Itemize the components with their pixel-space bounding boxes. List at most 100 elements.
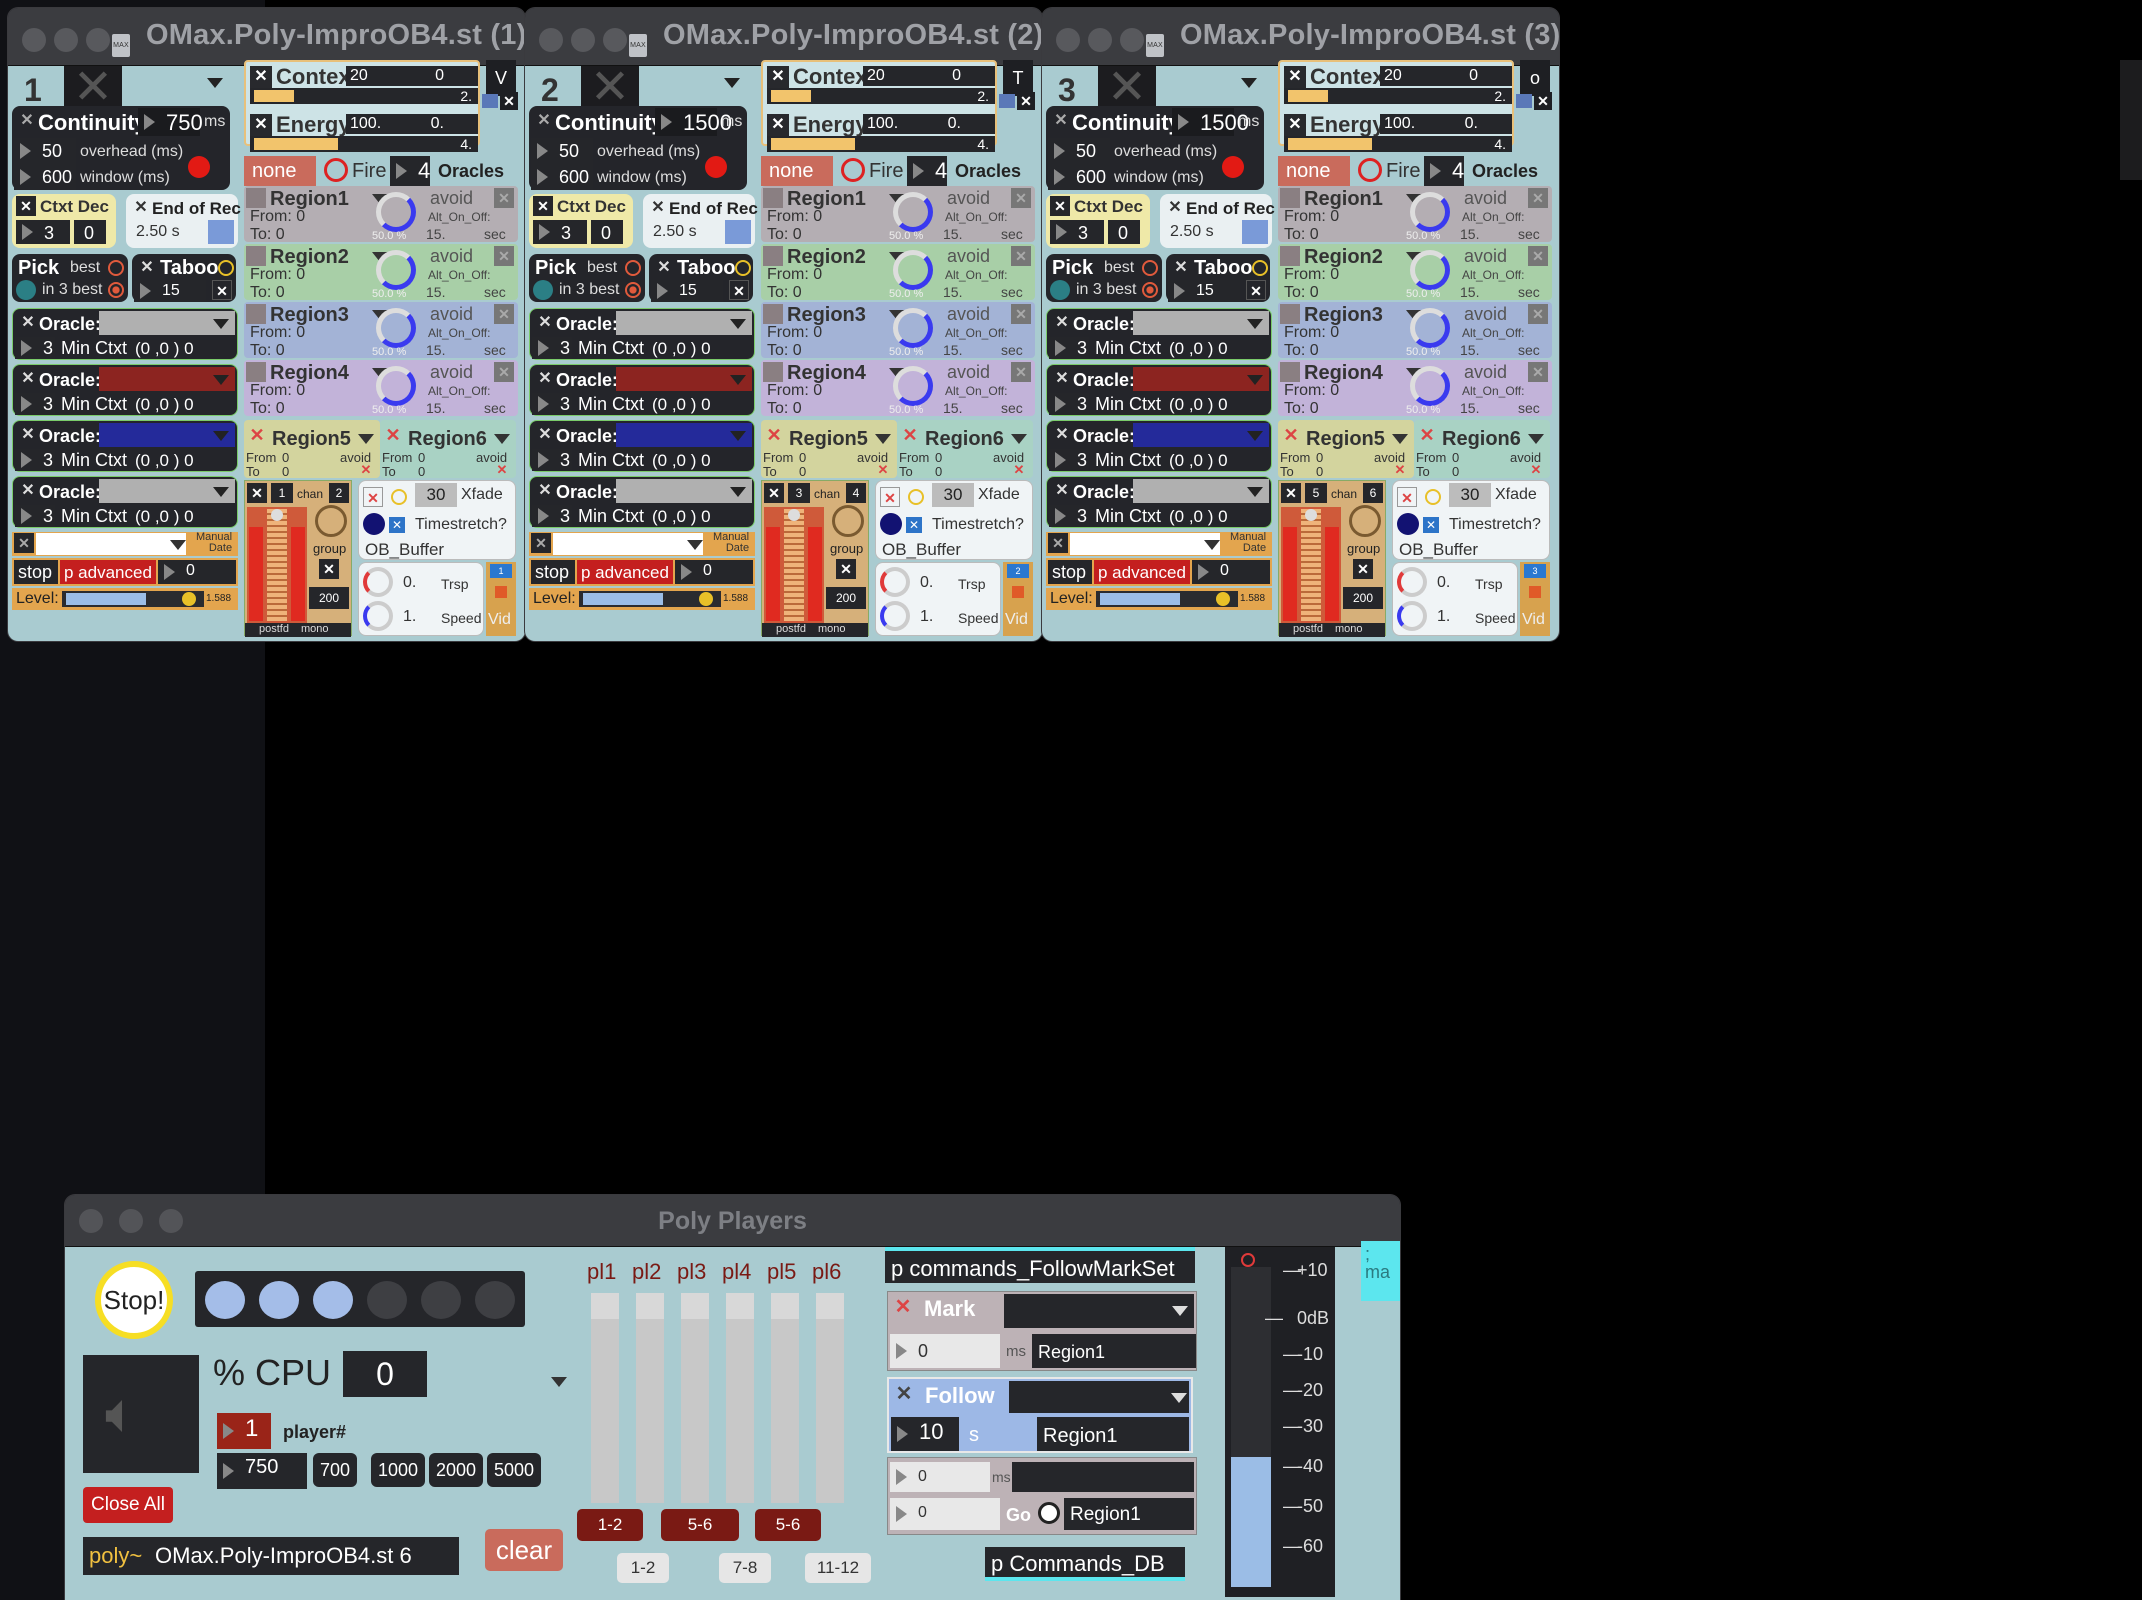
region-toggle[interactable] xyxy=(763,246,783,266)
energy-toggle[interactable]: ✕ xyxy=(1284,114,1306,136)
channel-toggle[interactable]: ✕ xyxy=(247,483,267,503)
preset-1000[interactable]: 1000 xyxy=(371,1453,425,1487)
pl-slider-4[interactable] xyxy=(726,1293,754,1503)
close-traffic-light[interactable] xyxy=(1056,28,1080,52)
oracle-toggle[interactable]: ✕ xyxy=(1051,480,1073,502)
minimize-traffic-light[interactable] xyxy=(571,28,595,52)
advanced-subpatch[interactable]: p advanced xyxy=(1094,560,1190,584)
channel-a[interactable]: 5 xyxy=(1305,483,1327,503)
ctxt-dec-toggle[interactable]: ✕ xyxy=(16,196,36,216)
oracle-dropdown[interactable] xyxy=(616,311,752,335)
advanced-number[interactable]: 0 xyxy=(1192,560,1270,584)
taboo-toggle[interactable]: ✕ xyxy=(1170,257,1192,279)
pair-top-2[interactable]: 5-6 xyxy=(661,1509,739,1541)
window-number[interactable]: 600 xyxy=(531,164,593,190)
region-avoid-toggle[interactable]: ✕ xyxy=(1392,462,1408,478)
oracle-number[interactable]: 3 xyxy=(15,337,55,359)
continuity-toggle[interactable]: ✕ xyxy=(1050,110,1072,132)
oracle-toggle[interactable]: ✕ xyxy=(17,312,39,334)
oracle-toggle[interactable]: ✕ xyxy=(534,368,556,390)
mute-toggle[interactable]: ✕ xyxy=(1098,64,1156,112)
oracle-toggle[interactable]: ✕ xyxy=(17,424,39,446)
region-avoid-toggle[interactable]: ✕ xyxy=(494,188,514,208)
record-indicator[interactable] xyxy=(1222,156,1244,178)
stop-all-button[interactable]: Stop! xyxy=(95,1261,173,1339)
follow-region[interactable]: Region1 xyxy=(1037,1417,1189,1451)
mark-toggle[interactable]: ✕ xyxy=(892,1296,914,1318)
group-knob[interactable] xyxy=(1349,505,1381,537)
pair-bottom-2[interactable]: 7-8 xyxy=(719,1553,771,1583)
end-of-rec-toggle[interactable]: ✕ xyxy=(130,197,152,219)
ctxt-dec-toggle[interactable]: ✕ xyxy=(1050,196,1070,216)
corner-close[interactable]: ✕ xyxy=(500,92,518,110)
taboo-clear[interactable]: ✕ xyxy=(1246,280,1266,300)
energy-toggle[interactable]: ✕ xyxy=(767,114,789,136)
level-knob[interactable] xyxy=(182,592,196,606)
region-toggle[interactable] xyxy=(763,304,783,324)
advanced-subpatch[interactable]: p advanced xyxy=(60,560,156,584)
pick-best-radio[interactable] xyxy=(625,260,641,276)
ctxt-dec-toggle[interactable]: ✕ xyxy=(533,196,553,216)
vid-number[interactable]: 2 xyxy=(1007,564,1029,578)
region-dropdown-arrow[interactable] xyxy=(358,434,374,444)
xfade-number[interactable]: 30 xyxy=(932,483,974,507)
group-toggle[interactable]: ✕ xyxy=(319,559,339,579)
player-menu-arrow[interactable] xyxy=(1241,78,1257,88)
oracle-number[interactable]: 3 xyxy=(532,393,572,415)
level-slider[interactable] xyxy=(579,591,721,607)
region-knob[interactable] xyxy=(1410,308,1450,348)
group-toggle[interactable]: ✕ xyxy=(836,559,856,579)
overhead-number[interactable]: 50 xyxy=(14,138,76,164)
follow-number[interactable]: 10 xyxy=(891,1417,959,1451)
preset-5000[interactable]: 5000 xyxy=(487,1453,541,1487)
ctxt-dec-number-1[interactable]: 3 xyxy=(16,220,70,244)
oracle-toggle[interactable]: ✕ xyxy=(1051,312,1073,334)
region-dropdown-arrow[interactable] xyxy=(494,434,510,444)
region-avoid-toggle[interactable]: ✕ xyxy=(1011,246,1031,266)
commands-db-subpatch[interactable]: p Commands_DB xyxy=(985,1547,1185,1581)
region-knob[interactable] xyxy=(376,192,416,232)
fader[interactable] xyxy=(1301,509,1321,621)
cpu-menu-arrow[interactable] xyxy=(551,1377,567,1387)
follow-toggle[interactable]: ✕ xyxy=(893,1383,915,1405)
manual-date-toggle[interactable]: ✕ xyxy=(1048,533,1068,553)
fader[interactable] xyxy=(784,509,804,621)
oracle-number[interactable]: 3 xyxy=(15,393,55,415)
oracle-dropdown[interactable] xyxy=(616,423,752,447)
region-knob[interactable] xyxy=(1410,250,1450,290)
region-dropdown-arrow[interactable] xyxy=(1528,434,1544,444)
group-number[interactable]: 200 xyxy=(826,587,866,609)
fire-number[interactable]: 4 xyxy=(1424,156,1464,186)
region-knob[interactable] xyxy=(376,250,416,290)
trsp-knob[interactable] xyxy=(880,567,910,597)
pick-in3best-radio[interactable] xyxy=(108,282,124,298)
region-knob[interactable] xyxy=(1410,366,1450,406)
manual-date-toggle[interactable]: ✕ xyxy=(531,533,551,553)
trsp-knob[interactable] xyxy=(363,567,393,597)
stop-button[interactable]: stop xyxy=(14,560,58,584)
region-knob[interactable] xyxy=(893,250,933,290)
region-toggle[interactable]: ✕ xyxy=(899,424,921,446)
mark-number[interactable]: 0 xyxy=(890,1334,1000,1368)
region-toggle[interactable]: ✕ xyxy=(1280,424,1302,446)
record-indicator[interactable] xyxy=(188,156,210,178)
region-toggle[interactable] xyxy=(1280,362,1300,382)
oracle-dropdown[interactable] xyxy=(616,367,752,391)
stop-button[interactable]: stop xyxy=(531,560,575,584)
manual-date-toggle[interactable]: ✕ xyxy=(14,533,34,553)
oracle-dropdown[interactable] xyxy=(99,367,235,391)
energy-range-slider[interactable]: 4. xyxy=(1284,136,1512,152)
pair-bottom-1[interactable]: 1-2 xyxy=(617,1553,669,1583)
oracle-toggle[interactable]: ✕ xyxy=(1051,368,1073,390)
region-avoid-toggle[interactable]: ✕ xyxy=(1528,188,1548,208)
oracle-dropdown[interactable] xyxy=(1133,367,1269,391)
pair-top-3[interactable]: 5-6 xyxy=(755,1509,821,1541)
oracle-number[interactable]: 3 xyxy=(1049,505,1089,527)
region-avoid-toggle[interactable]: ✕ xyxy=(1528,246,1548,266)
none-dropdown[interactable]: none xyxy=(761,156,833,186)
go-dropdown[interactable] xyxy=(1012,1462,1194,1492)
end-of-rec-slider[interactable] xyxy=(725,220,751,244)
title-bar[interactable]: MAX OMax.Poly-ImproOB4.st (2) (poly~ | p.… xyxy=(525,8,1042,66)
region-toggle[interactable] xyxy=(1280,246,1300,266)
minimize-traffic-light[interactable] xyxy=(1088,28,1112,52)
